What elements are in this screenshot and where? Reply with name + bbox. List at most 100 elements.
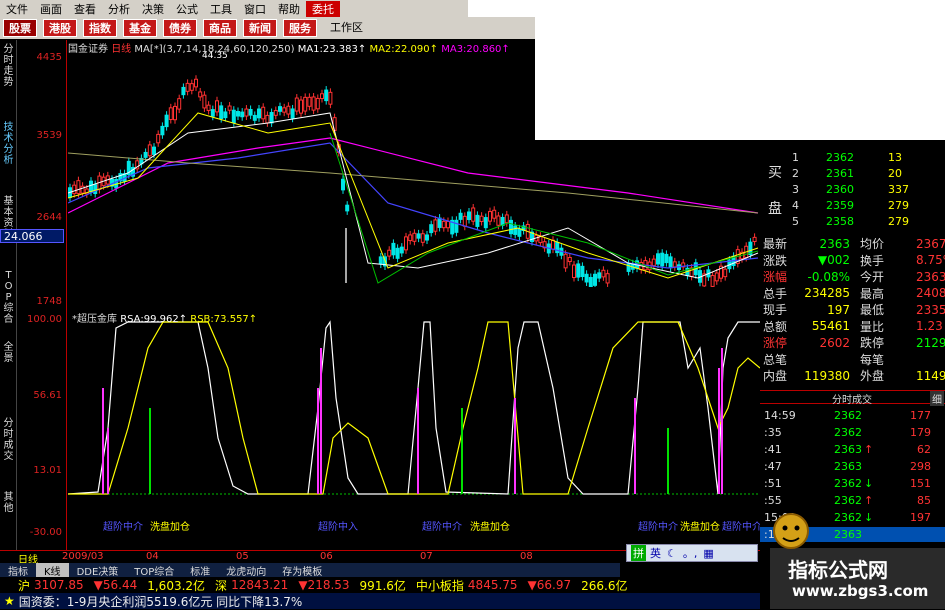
candle-body bbox=[483, 217, 488, 229]
toolbar-button[interactable]: 服务 bbox=[283, 19, 317, 37]
candle-body bbox=[72, 184, 77, 195]
side-tab[interactable]: 分时成交 bbox=[2, 418, 15, 462]
candle-body bbox=[202, 94, 207, 109]
candle-body bbox=[660, 252, 665, 267]
menu-item[interactable]: 查看 bbox=[68, 1, 102, 17]
indicator-header: *超压金库 RSA:99.962↑ RSB:73.557↑ bbox=[72, 314, 258, 325]
toolbar-button[interactable]: 基金 bbox=[123, 19, 157, 37]
menu-item[interactable]: 画面 bbox=[34, 1, 68, 17]
candle-body bbox=[76, 180, 81, 194]
index-name[interactable]: 深 bbox=[215, 577, 227, 593]
candle-body bbox=[173, 105, 177, 121]
ticks-title: 分时成交 bbox=[832, 395, 872, 406]
menu-item[interactable]: 工具 bbox=[204, 1, 238, 17]
chart-tab[interactable]: DDE决策 bbox=[69, 563, 127, 578]
menu-bar: 文件 画面 查看 分析 决策 公式 工具 窗口 帮助 委托 bbox=[0, 0, 945, 17]
toolbar-button[interactable]: 商品 bbox=[203, 19, 237, 37]
candle-body bbox=[231, 109, 236, 124]
bid-row: 2 2361 20 bbox=[792, 167, 902, 180]
candle-body bbox=[446, 220, 450, 229]
menu-item[interactable]: 分析 bbox=[102, 1, 136, 17]
candle-body bbox=[492, 209, 497, 219]
candle-body bbox=[651, 258, 656, 267]
menu-item[interactable]: 公式 bbox=[170, 1, 204, 17]
toolbar-button[interactable]: 港股 bbox=[43, 19, 77, 37]
rsa-value: 99.962↑ bbox=[143, 314, 188, 325]
candle-body bbox=[395, 247, 400, 259]
candle-body bbox=[408, 234, 413, 242]
side-tab[interactable]: 全景 bbox=[2, 342, 15, 364]
stat-row: 涨幅 -0.08% 今开 2363 bbox=[763, 269, 945, 285]
candle-body bbox=[588, 277, 593, 287]
index-name[interactable]: 沪 bbox=[18, 577, 30, 593]
chart-tab[interactable]: 存为模板 bbox=[274, 563, 330, 578]
ime-mode[interactable]: 英 bbox=[650, 545, 661, 561]
candle-body bbox=[320, 93, 324, 100]
candle-body bbox=[219, 105, 224, 120]
menu-item[interactable]: 窗口 bbox=[238, 1, 272, 17]
candle-body bbox=[227, 105, 232, 111]
candle-body bbox=[185, 82, 190, 92]
candle-body bbox=[261, 106, 266, 120]
side-tab[interactable]: 分时走势 bbox=[2, 44, 15, 88]
quote-panel: 买盘 1 2362 13 2 2361 20 3 2360 337 4 2359 279 5 2358 279… bbox=[760, 140, 945, 560]
signal-caption: 超阶中介 bbox=[103, 522, 143, 533]
watermark-url: www.zbgs3.com bbox=[792, 582, 929, 600]
date-label: 06 bbox=[320, 551, 333, 562]
index-name[interactable]: 中小板指 bbox=[416, 577, 464, 593]
index-ticker: 沪 3107.85 ▼56.44 1,603.2亿深 12843.21 ▼218.53 99… bbox=[0, 577, 760, 593]
candle-body bbox=[248, 108, 253, 116]
toolbar-button[interactable]: 新闻 bbox=[243, 19, 277, 37]
candle-body bbox=[215, 100, 219, 113]
ma2-value: 22.090↑ bbox=[394, 44, 439, 53]
menu-item[interactable]: 决策 bbox=[136, 1, 170, 17]
side-tab[interactable]: TOP综合 bbox=[2, 270, 15, 325]
candle-body bbox=[273, 110, 278, 116]
y-axis: 4435 3539 2644 1748 100.00 56.61 13.01 -… bbox=[17, 40, 67, 550]
candle-body bbox=[572, 264, 576, 279]
candle-body bbox=[265, 114, 270, 124]
candle-body bbox=[412, 232, 417, 242]
candle-body bbox=[437, 217, 442, 228]
candle-body bbox=[488, 211, 492, 222]
punct-icon[interactable]: 。, bbox=[683, 545, 698, 561]
side-tab[interactable]: 其他 bbox=[2, 492, 15, 514]
candle-body bbox=[580, 265, 585, 278]
chart-tab[interactable]: 龙虎动向 bbox=[218, 563, 274, 578]
toolbar-button[interactable]: 债券 bbox=[163, 19, 197, 37]
y-label: 1748 bbox=[36, 296, 62, 307]
date-label: 08 bbox=[520, 551, 533, 562]
ime-icon[interactable]: 拼 bbox=[631, 545, 646, 561]
ticks-tab[interactable]: 细 bbox=[930, 391, 944, 406]
keyboard-icon[interactable]: ▦ bbox=[703, 547, 713, 560]
side-tab[interactable]: 技术分析 bbox=[2, 122, 15, 166]
y-label: 13.01 bbox=[33, 465, 62, 476]
moon-icon[interactable]: ☾ bbox=[667, 547, 677, 560]
chart-tab[interactable]: K线 bbox=[36, 562, 69, 578]
input-method-bar[interactable]: 拼 英 ☾ 。, ▦ bbox=[626, 544, 758, 562]
y-label: 2644 bbox=[36, 212, 62, 223]
toolbar-button[interactable]: 指数 bbox=[83, 19, 117, 37]
chart-tab[interactable]: 指标 bbox=[0, 563, 36, 578]
candle-body bbox=[752, 236, 757, 243]
menu-item[interactable]: 帮助 bbox=[272, 1, 306, 17]
indicator-chart bbox=[68, 320, 760, 495]
toolbar-button[interactable]: 工作区 bbox=[325, 19, 368, 37]
index-change: ▼66.97 bbox=[527, 578, 572, 592]
toolbar-button[interactable]: 股票 bbox=[3, 19, 37, 37]
candle-body bbox=[433, 219, 438, 232]
date-label: 05 bbox=[236, 551, 249, 562]
candle-body bbox=[420, 233, 425, 243]
candle-body bbox=[378, 256, 383, 265]
candle-body bbox=[181, 86, 186, 96]
candle-body bbox=[164, 114, 169, 128]
news-headline[interactable]: 国资委：1-9月央企利润5519.6亿元 同比下降13.7% bbox=[19, 593, 303, 610]
candle-body bbox=[605, 273, 610, 284]
chart-tab[interactable]: 标准 bbox=[182, 563, 218, 578]
menu-item[interactable]: 委托 bbox=[306, 0, 340, 17]
candle-body bbox=[563, 253, 568, 269]
menu-item[interactable]: 文件 bbox=[0, 1, 34, 17]
indicator-line bbox=[68, 321, 760, 495]
chart-tab[interactable]: TOP综合 bbox=[126, 563, 182, 578]
news-ticker[interactable]: ★ 国资委：1-9月央企利润5519.6亿元 同比下降13.7% bbox=[0, 593, 760, 609]
